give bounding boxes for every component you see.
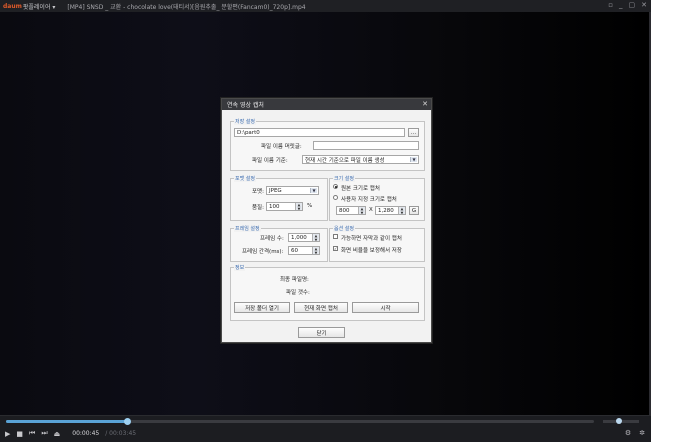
app-menu-button[interactable]: 팟플레이어 ▾ [23,2,56,11]
save-settings-label: 저장 설정 [234,118,256,125]
maximize-icon[interactable]: ▢ [629,1,636,9]
subtitle-capture-checkbox[interactable] [333,234,338,239]
frame-interval-label: 프레임 간격(ms): [242,249,284,255]
format-select[interactable]: JPEG ▼ [266,186,319,195]
option-settings-label: 옵션 설정 [333,225,355,232]
frame-count-value: 1,000 [291,234,307,241]
potplayer-window: daum 팟플레이어 ▾ [MP4] SNSD _ 교환 - chocolate… [0,0,651,442]
naming-rule-select[interactable]: 현재 시간 기준으로 파일 이름 생성 ▼ [302,155,419,164]
format-value: JPEG [269,187,282,194]
frame-settings-label: 프레임 설정 [234,225,261,232]
seek-bar-handle[interactable] [123,418,131,425]
filename-prefix-input[interactable] [313,141,419,150]
chevron-down-icon: ▼ [410,157,417,162]
right-controls: ⚙ ✲ [625,429,645,437]
size-separator: X [369,207,373,213]
settings-icon[interactable]: ⚙ [625,429,631,437]
mini-mode-icon[interactable]: ▫ [608,1,613,9]
seek-bar-progress [6,420,127,423]
quality-stepper[interactable]: 100 ▲ ▼ [266,202,303,211]
filename-prefix-label: 파일 이름 머릿글: [261,144,302,150]
custom-height-input[interactable]: 1,280 ▲ ▼ [375,206,406,215]
dialog-close-icon[interactable]: ✕ [422,100,428,108]
spinner-arrows-icon[interactable]: ▲ ▼ [398,207,405,214]
custom-height-value: 1,280 [378,207,394,214]
custom-size-radio[interactable] [333,195,338,200]
size-preset-button[interactable]: G [409,206,419,215]
start-button[interactable]: 시작 [352,302,419,313]
last-filename-label: 최종 파일명: [280,277,309,283]
spinner-arrows-icon[interactable]: ▲ ▼ [312,234,319,241]
aspect-correct-label[interactable]: 화면 비율을 보정해서 저장 [341,246,402,254]
minimize-icon[interactable]: _ [619,1,623,9]
original-size-radio[interactable] [333,184,338,189]
file-count-label: 파일 갯수: [286,290,310,296]
volume-slider[interactable] [603,418,639,424]
side-panel-handle[interactable] [649,12,651,415]
aspect-correct-checkbox[interactable]: ✓ [333,246,338,251]
quality-value: 100 [269,203,280,210]
play-icon[interactable]: ▶ [5,430,10,438]
current-time: 00:00:45 [72,430,100,437]
format-settings-label: 포맷 설정 [234,175,256,182]
spinner-arrows-icon[interactable]: ▲ ▼ [358,207,365,214]
effects-icon[interactable]: ✲ [639,429,645,437]
browse-button[interactable]: ... [408,128,419,137]
previous-icon[interactable]: ⏮ [29,429,35,438]
dialog-title-bar[interactable]: 연속 영상 캡처 ✕ [222,99,431,110]
open-save-folder-button[interactable]: 저장 폴더 열기 [234,302,290,313]
close-window-icon[interactable]: ✕ [641,1,647,9]
size-settings-label: 크기 설정 [333,175,355,182]
naming-rule-value: 현재 시간 기준으로 파일 이름 생성 [305,157,385,164]
quality-unit: % [307,203,313,209]
original-size-label[interactable]: 원본 크기로 캡처 [341,184,380,192]
spinner-arrows-icon[interactable]: ▲ ▼ [295,203,302,210]
format-settings-group [230,178,328,221]
next-icon[interactable]: ⏭ [41,429,47,438]
app-logo[interactable]: daum [3,3,22,10]
capture-current-screen-button[interactable]: 현재 화면 캡처 [294,302,348,313]
seek-bar[interactable] [6,418,594,425]
frame-count-stepper[interactable]: 1,000 ▲ ▼ [288,233,320,242]
playback-controls: ▶ ■ ⏮ ⏭ ⏏ 00:00:45 / 00:03:45 [5,429,136,438]
frame-interval-stepper[interactable]: 60 ▲ ▼ [288,246,320,255]
stop-icon[interactable]: ■ [16,430,23,438]
window-buttons: ▫ _ ▢ ✕ [608,1,647,9]
continuous-capture-dialog: 연속 영상 캡처 ✕ 저장 설정 D:\part0 ... 파일 이름 머릿글:… [221,98,432,343]
volume-handle[interactable] [616,418,623,424]
custom-width-input[interactable]: 800 ▲ ▼ [336,206,366,215]
save-path-input[interactable]: D:\part0 [234,128,405,137]
dialog-title: 연속 영상 캡처 [227,102,264,109]
info-label: 정보 [234,264,246,271]
control-bar: ▶ ■ ⏮ ⏭ ⏏ 00:00:45 / 00:03:45 ⚙ ✲ [0,415,651,442]
frame-count-label: 프레임 수: [260,236,284,242]
quality-label: 품질: [252,205,264,211]
naming-rule-label: 파일 이름 기준: [252,158,288,164]
format-label: 포맷: [252,189,264,195]
spinner-arrows-icon[interactable]: ▲ ▼ [312,247,319,254]
frame-interval-value: 60 [291,247,298,254]
close-dialog-button[interactable]: 닫기 [298,327,345,338]
total-time: / 00:03:45 [105,430,137,437]
eject-icon[interactable]: ⏏ [54,430,61,438]
chevron-down-icon: ▼ [310,188,317,193]
custom-width-value: 800 [339,207,350,214]
subtitle-capture-label[interactable]: 가능하면 자막과 같이 캡처 [341,234,402,242]
custom-size-label[interactable]: 사용자 지정 크기로 캡처 [341,195,397,203]
window-title: [MP4] SNSD _ 교환 - chocolate love(태티서)[음원… [67,3,306,11]
